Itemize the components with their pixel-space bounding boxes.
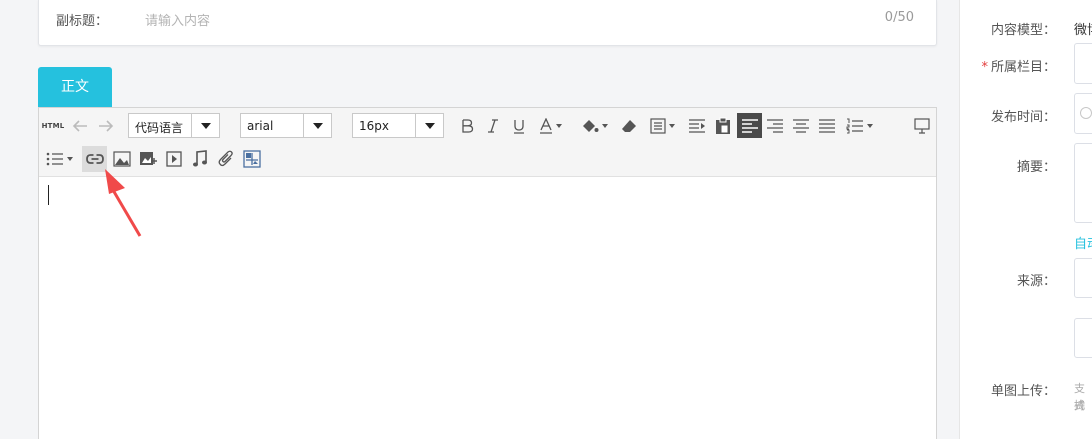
font-family-select[interactable]: arial <box>240 113 332 138</box>
music-icon[interactable] <box>189 148 211 170</box>
caret-down-icon <box>555 124 562 128</box>
source-input[interactable] <box>1074 258 1092 298</box>
caret-down-icon <box>601 124 608 128</box>
redo-icon[interactable] <box>95 115 117 137</box>
publish-time-label: 发布时间： <box>990 110 1056 125</box>
eraser-icon[interactable] <box>618 115 640 137</box>
subtitle-input[interactable]: 请输入内容 <box>145 10 210 29</box>
source-label: 来源： <box>1016 274 1056 289</box>
column-select[interactable] <box>1074 43 1092 84</box>
subtitle-char-count: 0/50 <box>884 10 914 25</box>
source-extra-input[interactable] <box>1074 318 1092 358</box>
right-properties-panel: 内容模型： 微博 *所属栏目： 发布时间： 摘要： 自动 来源： 单图上传： 支… <box>959 0 1092 439</box>
summary-label: 摘要： <box>1016 160 1056 175</box>
fill-color-icon[interactable] <box>577 115 611 137</box>
undo-icon[interactable] <box>69 115 91 137</box>
chevron-down-icon[interactable] <box>191 114 219 137</box>
align-justify-icon[interactable] <box>816 115 838 137</box>
upload-hint-line2: 式 <box>1074 399 1085 412</box>
chevron-down-icon[interactable] <box>303 114 331 137</box>
indent-icon[interactable] <box>686 115 708 137</box>
attachment-icon[interactable] <box>215 148 237 170</box>
code-language-value: 代码语言 <box>135 121 184 135</box>
italic-icon[interactable] <box>482 115 504 137</box>
column-label: * 所属栏目： <box>981 56 1056 75</box>
ordered-list-icon[interactable] <box>842 115 876 137</box>
unordered-list-icon[interactable] <box>43 148 75 170</box>
gallery-icon[interactable] <box>241 148 263 170</box>
rich-text-editor: HTML 代码语言 arial 16px <box>38 107 937 439</box>
font-size-select[interactable]: 16px <box>352 113 444 138</box>
font-family-value: arial <box>247 119 274 133</box>
tab-body-text[interactable]: 正文 <box>38 67 112 107</box>
content-model-label: 内容模型： <box>990 23 1056 38</box>
preview-icon[interactable] <box>911 115 933 137</box>
subtitle-card: 副标题： 请输入内容 0/50 <box>38 0 937 46</box>
align-center-icon[interactable] <box>790 115 812 137</box>
chevron-down-icon[interactable] <box>415 114 443 137</box>
html-source-label: HTML <box>41 122 65 130</box>
editor-toolbar: HTML 代码语言 arial 16px <box>39 108 936 177</box>
align-left-icon[interactable] <box>737 113 762 138</box>
font-color-icon[interactable] <box>534 115 566 137</box>
subtitle-label: 副标题： <box>56 14 109 29</box>
cms-editor-page: 副标题： 请输入内容 0/50 正文 HTML 代码语言 arial 16px … <box>0 0 1092 439</box>
html-icon[interactable]: HTML <box>41 115 65 137</box>
bold-icon[interactable] <box>456 115 478 137</box>
text-cursor <box>48 185 49 205</box>
underline-icon[interactable] <box>508 115 530 137</box>
auto-extract-link[interactable]: 自动 <box>1074 233 1092 252</box>
content-model-value: 微博 <box>1074 23 1092 38</box>
summary-textarea[interactable] <box>1074 143 1092 223</box>
video-icon[interactable] <box>163 148 185 170</box>
annotation-arrow-icon <box>105 169 142 237</box>
required-marker: * <box>981 60 988 75</box>
caret-down-icon <box>668 124 675 128</box>
font-size-value: 16px <box>359 119 389 133</box>
column-label-text: 所属栏目： <box>990 60 1056 75</box>
single-image-upload-label: 单图上传： <box>990 384 1056 399</box>
paste-icon[interactable] <box>712 115 734 137</box>
caret-down-icon <box>66 157 73 161</box>
clock-icon <box>1080 107 1092 119</box>
paragraph-format-icon[interactable] <box>645 115 679 137</box>
align-right-icon[interactable] <box>764 115 786 137</box>
code-language-select[interactable]: 代码语言 <box>128 113 220 138</box>
caret-down-icon <box>866 124 873 128</box>
